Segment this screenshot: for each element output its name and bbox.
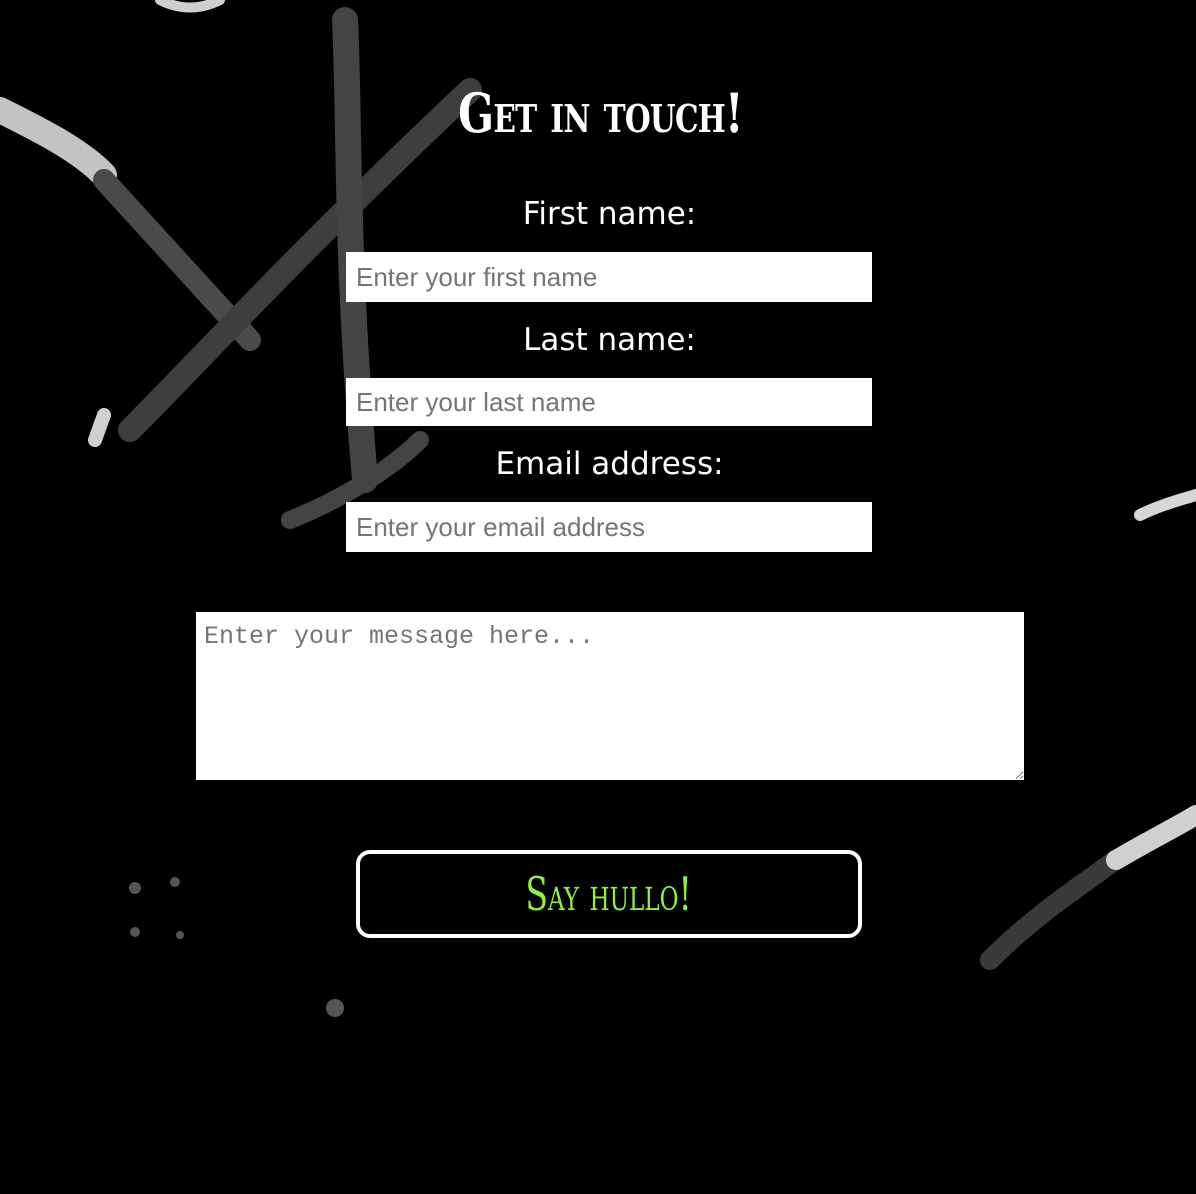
contact-section: Get in touch! First name: Last name: Ema… — [0, 0, 1196, 1194]
message-textarea[interactable] — [196, 612, 1024, 780]
first-name-label: First name: — [522, 196, 697, 232]
page-title: Get in touch! — [458, 81, 743, 145]
email-input[interactable] — [346, 502, 872, 552]
submit-button[interactable]: Say hullo! — [356, 850, 862, 938]
last-name-input[interactable] — [346, 378, 872, 426]
submit-button-label: Say hullo! — [525, 867, 693, 921]
last-name-label: Last name: — [523, 322, 696, 358]
first-name-input[interactable] — [346, 252, 872, 302]
email-label: Email address: — [495, 446, 724, 482]
